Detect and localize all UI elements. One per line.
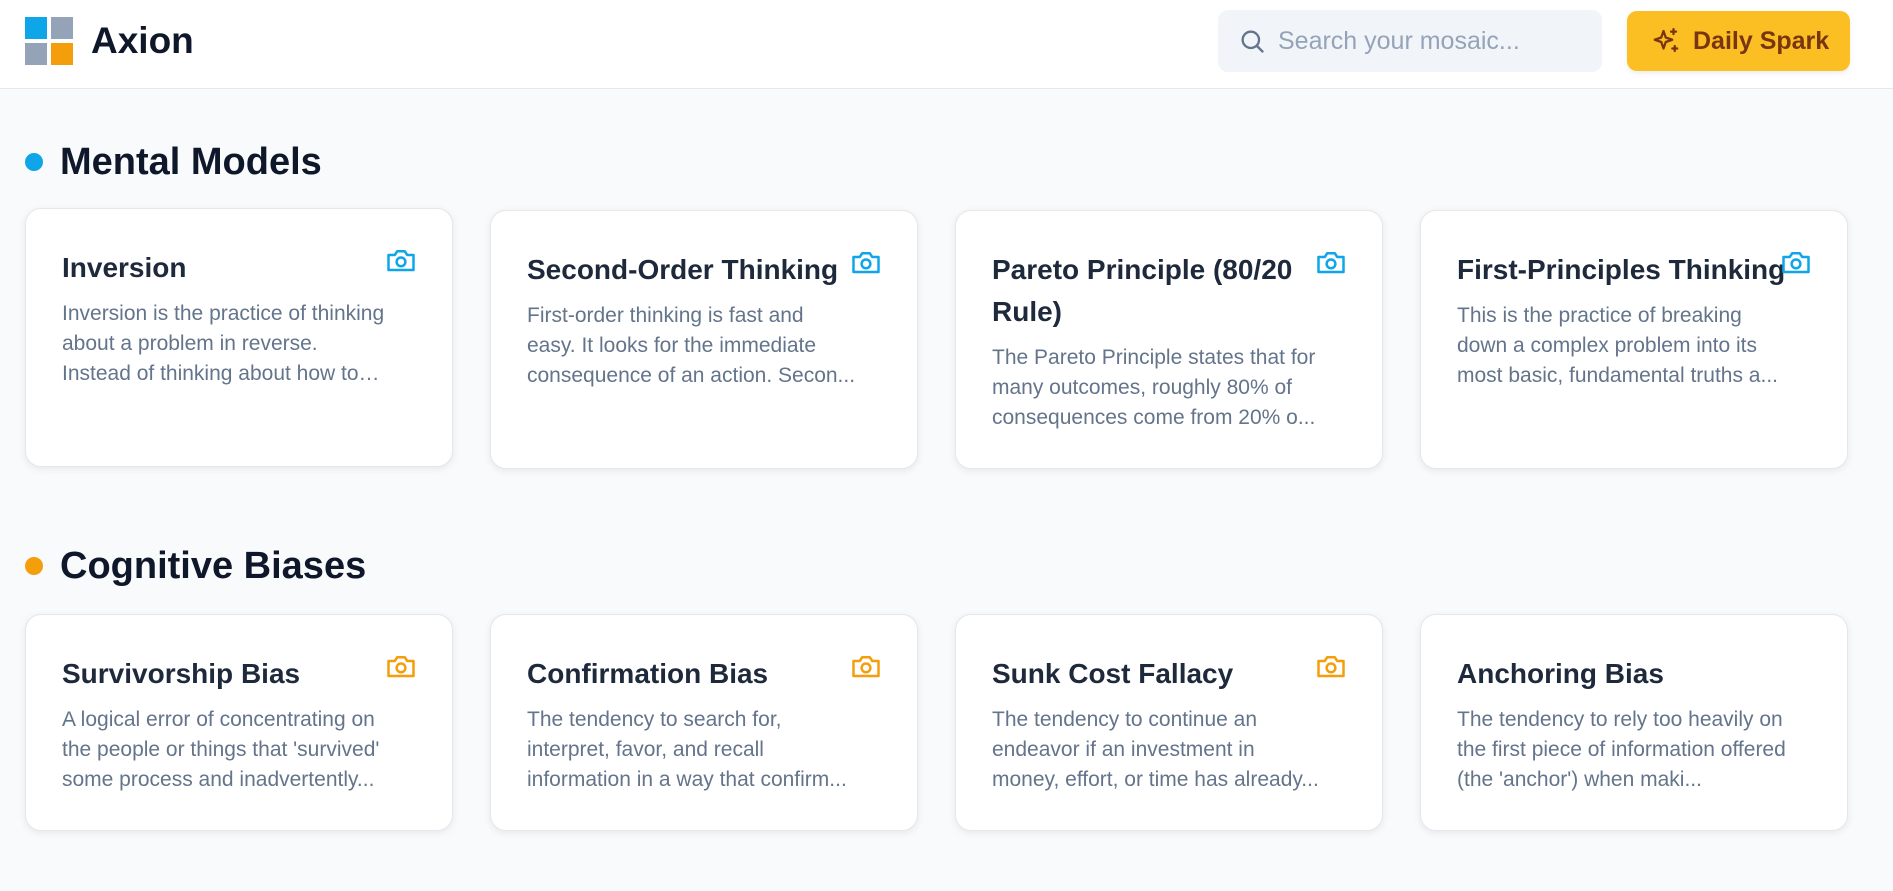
top-bar: Axion Daily Spark <box>0 0 1893 89</box>
search-box[interactable] <box>1218 10 1602 72</box>
brand-name: Axion <box>91 20 194 61</box>
section-title: Mental Models <box>60 141 322 183</box>
card-title: Survivorship Bias <box>62 658 301 689</box>
camera-icon[interactable] <box>386 247 416 273</box>
card-inversion[interactable]: Inversion Inversion is the practice of t… <box>25 208 453 467</box>
card-title: Sunk Cost Fallacy <box>992 658 1234 689</box>
card-description: First-order thinking is fast and easy. I… <box>527 304 856 387</box>
daily-spark-button[interactable]: Daily Spark <box>1627 11 1850 71</box>
section-dot <box>25 557 43 575</box>
camera-icon[interactable] <box>386 653 416 679</box>
daily-spark-label: Daily Spark <box>1693 26 1830 55</box>
card-anchoring-bias[interactable]: Anchoring Bias The tendency to rely too … <box>1420 614 1848 831</box>
search-input[interactable] <box>1278 10 1588 72</box>
card-pareto-principle[interactable]: Pareto Principle (80/20 Rule) The Pareto… <box>955 210 1383 469</box>
camera-icon[interactable] <box>1781 249 1811 275</box>
camera-icon[interactable] <box>851 653 881 679</box>
card-description: A logical error of concentrating on the … <box>62 708 380 791</box>
axion-logo <box>25 17 73 65</box>
section-dot <box>25 153 43 171</box>
card-confirmation-bias[interactable]: Confirmation Bias The tendency to search… <box>490 614 918 831</box>
camera-icon[interactable] <box>1316 653 1346 679</box>
section-header-mental-models: Mental Models <box>25 139 322 185</box>
card-first-principles-thinking[interactable]: First-Principles Thinking This is the pr… <box>1420 210 1848 469</box>
card-sunk-cost-fallacy[interactable]: Sunk Cost Fallacy The tendency to contin… <box>955 614 1383 831</box>
card-description: This is the practice of breaking down a … <box>1457 304 1778 387</box>
card-title: Confirmation Bias <box>527 658 769 689</box>
camera-icon[interactable] <box>1316 249 1346 275</box>
card-description: Inversion is the practice of thinking ab… <box>62 302 385 385</box>
sparkles-icon <box>1653 28 1679 53</box>
card-title: Inversion <box>62 252 187 283</box>
card-second-order-thinking[interactable]: Second-Order Thinking First-order thinki… <box>490 210 918 469</box>
card-title: First-Principles Thinking <box>1457 254 1786 285</box>
section-title: Cognitive Biases <box>60 545 367 587</box>
search-icon <box>1241 30 1264 53</box>
card-description: The tendency to search for, interpret, f… <box>527 708 847 791</box>
card-description: The tendency to rely too heavily on the … <box>1457 708 1786 791</box>
card-survivorship-bias[interactable]: Survivorship Bias A logical error of con… <box>25 614 453 831</box>
card-title: Second-Order Thinking <box>527 254 839 285</box>
card-description: The Pareto Principle states that for man… <box>992 346 1316 429</box>
card-title: Anchoring Bias <box>1457 658 1664 689</box>
camera-icon[interactable] <box>851 249 881 275</box>
section-header-cognitive-biases: Cognitive Biases <box>25 543 366 589</box>
card-description: The tendency to continue an endeavor if … <box>992 708 1319 791</box>
card-title: Pareto Principle (80/20 Rule) <box>992 254 1293 327</box>
